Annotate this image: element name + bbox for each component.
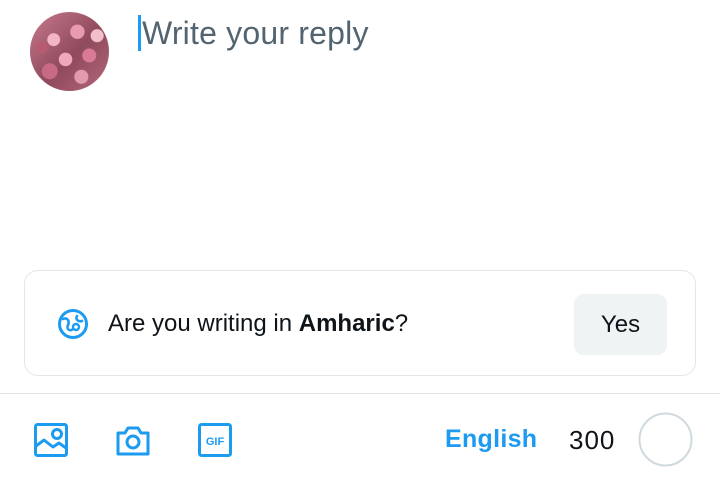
question-suffix: ? bbox=[394, 310, 409, 337]
image-icon[interactable] bbox=[33, 422, 69, 458]
character-count: 300 bbox=[569, 425, 616, 455]
language-question: Are you writing in Amharic? bbox=[108, 307, 408, 341]
text-caret bbox=[138, 15, 141, 51]
toolbar-divider bbox=[0, 393, 720, 394]
question-prefix: Are you writing in bbox=[108, 310, 299, 337]
camera-icon[interactable] bbox=[115, 422, 151, 458]
gif-icon[interactable]: GIF bbox=[197, 422, 233, 458]
gif-label: GIF bbox=[206, 436, 225, 448]
suggested-language: Amharic bbox=[298, 310, 395, 337]
reply-placeholder: Write your reply bbox=[142, 14, 369, 51]
globe-icon bbox=[58, 309, 88, 339]
language-selector[interactable]: English bbox=[445, 425, 537, 454]
reply-textbox[interactable]: Write your reply bbox=[138, 8, 698, 58]
yes-button[interactable]: Yes bbox=[574, 294, 667, 355]
character-progress-ring bbox=[638, 412, 693, 467]
user-avatar[interactable] bbox=[30, 12, 109, 91]
